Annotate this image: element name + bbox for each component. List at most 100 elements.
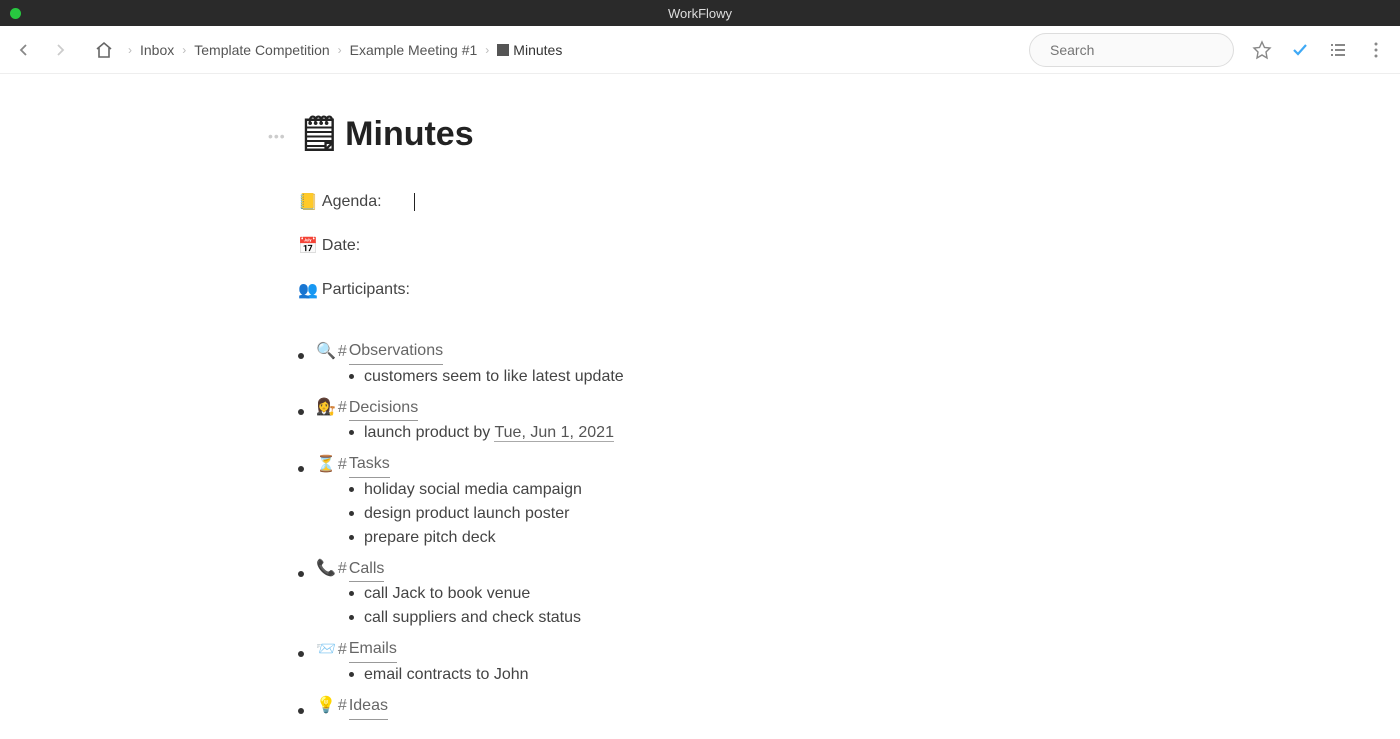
bullet-icon[interactable] (349, 511, 354, 516)
text-cursor (414, 193, 415, 211)
list-item[interactable]: prepare pitch deck (349, 526, 1098, 550)
star-button[interactable] (1250, 38, 1274, 62)
bullet-icon[interactable] (298, 651, 304, 657)
outline: 🔍 #Observationscustomers seem to like la… (298, 338, 1098, 720)
breadcrumb-template-competition[interactable]: Template Competition (194, 42, 329, 58)
section-emails: 📨 #Emailsemail contracts to John (298, 636, 1098, 687)
section-emoji-icon: 🔍 (316, 339, 336, 365)
section-children: email contracts to John (322, 663, 1098, 687)
section-emoji-icon: ⏳ (316, 452, 336, 478)
window-controls (0, 8, 21, 19)
bullet-icon[interactable] (349, 672, 354, 677)
tag-hash: # (338, 339, 347, 365)
list-item-text: call suppliers and check status (364, 606, 581, 630)
bullet-icon[interactable] (349, 591, 354, 596)
tag-link[interactable]: Observations (349, 338, 443, 365)
bullet-icon[interactable] (349, 535, 354, 540)
section-children: launch product by Tue, Jun 1, 2021 (322, 421, 1098, 445)
tag-link[interactable]: Tasks (349, 451, 390, 478)
list-item-text: call Jack to book venue (364, 582, 530, 606)
bullet-icon[interactable] (349, 615, 354, 620)
agenda-field[interactable]: 📒 Agenda: (298, 192, 1098, 212)
bullet-icon[interactable] (298, 409, 304, 415)
home-button[interactable] (92, 38, 116, 62)
tag-link[interactable]: Ideas (349, 693, 388, 720)
tag-hash: # (338, 452, 347, 478)
bullet-icon[interactable] (349, 487, 354, 492)
section-emoji-icon: 💡 (316, 693, 336, 719)
toolbar-right (1250, 38, 1388, 62)
check-icon (1290, 40, 1310, 60)
page-title[interactable]: 🗒 Minutes (298, 114, 474, 154)
back-button[interactable] (12, 38, 36, 62)
title-row[interactable]: ••• 🗒 Minutes (298, 114, 1098, 154)
bullet-icon[interactable] (298, 708, 304, 714)
section-header[interactable]: 💡 #Ideas (298, 693, 1098, 720)
more-button[interactable] (1364, 38, 1388, 62)
search-box[interactable] (1029, 33, 1234, 67)
nav-arrows (12, 38, 72, 62)
tag-link[interactable]: Emails (349, 636, 397, 663)
section-emoji-icon: 📞 (316, 556, 336, 582)
bullet-icon[interactable] (298, 466, 304, 472)
tag-hash: # (338, 637, 347, 663)
breadcrumb-inbox[interactable]: Inbox (140, 42, 174, 58)
home-icon (94, 40, 114, 60)
forward-button[interactable] (48, 38, 72, 62)
tag-hash: # (338, 395, 347, 421)
section-calls: 📞 #Callscall Jack to book venuecall supp… (298, 556, 1098, 631)
list-item[interactable]: launch product by Tue, Jun 1, 2021 (349, 421, 1098, 445)
document: ••• 🗒 Minutes 📒 Agenda: 📅 Date: 👥 Partic… (298, 114, 1098, 724)
section-observations: 🔍 #Observationscustomers seem to like la… (298, 338, 1098, 389)
section-children: customers seem to like latest update (322, 365, 1098, 389)
complete-button[interactable] (1288, 38, 1312, 62)
section-header[interactable]: 📞 #Calls (298, 556, 1098, 583)
section-header[interactable]: 📨 #Emails (298, 636, 1098, 663)
chevron-right-icon: › (338, 43, 342, 57)
list-item-text: customers seem to like latest update (364, 365, 624, 389)
notepad-icon: 🗒 (298, 114, 341, 154)
list-item[interactable]: customers seem to like latest update (349, 365, 1098, 389)
list-item-text: prepare pitch deck (364, 526, 496, 550)
section-tasks: ⏳ #Tasksholiday social media campaigndes… (298, 451, 1098, 550)
note-icon (497, 44, 509, 56)
list-view-button[interactable] (1326, 38, 1350, 62)
list-item[interactable]: holiday social media campaign (349, 478, 1098, 502)
list-item[interactable]: design product launch poster (349, 502, 1098, 526)
agenda-label: Agenda: (322, 193, 382, 211)
section-header[interactable]: 👩‍⚖️ #Decisions (298, 395, 1098, 422)
bullet-icon[interactable] (349, 430, 354, 435)
chevron-right-icon (52, 42, 68, 58)
bullet-icon[interactable] (298, 353, 304, 359)
participants-field[interactable]: 👥 Participants: (298, 280, 1098, 300)
app-title: WorkFlowy (668, 6, 732, 21)
breadcrumb-minutes[interactable]: Minutes (497, 42, 562, 58)
section-header[interactable]: 🔍 #Observations (298, 338, 1098, 365)
section-header[interactable]: ⏳ #Tasks (298, 451, 1098, 478)
breadcrumb-example-meeting[interactable]: Example Meeting #1 (350, 42, 478, 58)
bullet-icon[interactable] (349, 374, 354, 379)
date-text[interactable]: Tue, Jun 1, 2021 (494, 424, 614, 442)
section-ideas: 💡 #Ideas (298, 693, 1098, 720)
tag-link[interactable]: Decisions (349, 395, 418, 422)
calendar-icon: 📅 (298, 236, 318, 256)
window-titlebar: WorkFlowy (0, 0, 1400, 26)
date-label: Date: (322, 237, 360, 255)
list-item[interactable]: email contracts to John (349, 663, 1098, 687)
bullet-icon[interactable] (298, 571, 304, 577)
list-item[interactable]: call suppliers and check status (349, 606, 1098, 630)
list-item-text: holiday social media campaign (364, 478, 582, 502)
tag-link[interactable]: Calls (349, 556, 385, 583)
tag-hash: # (338, 693, 347, 719)
list-item-text: design product launch poster (364, 502, 569, 526)
section-emoji-icon: 📨 (316, 637, 336, 663)
list-item[interactable]: call Jack to book venue (349, 582, 1098, 606)
participants-icon: 👥 (298, 280, 318, 300)
participants-label: Participants: (322, 281, 410, 299)
window-maximize[interactable] (10, 8, 21, 19)
search-input[interactable] (1050, 42, 1231, 58)
agenda-icon: 📒 (298, 192, 318, 212)
drag-handle[interactable]: ••• (268, 128, 286, 144)
date-field[interactable]: 📅 Date: (298, 236, 1098, 256)
section-children: call Jack to book venuecall suppliers an… (322, 582, 1098, 630)
